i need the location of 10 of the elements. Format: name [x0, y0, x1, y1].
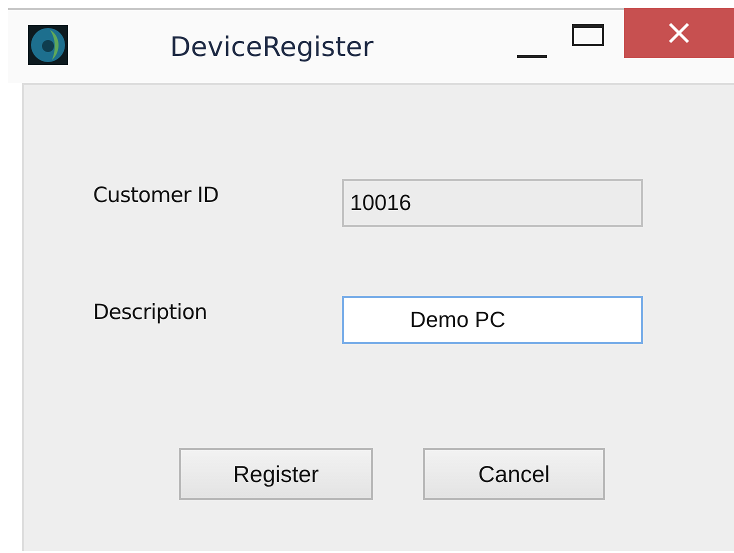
text-field[interactable]: Demo PC: [342, 296, 643, 344]
close-icon: [667, 21, 691, 45]
register-button[interactable]: Register: [179, 448, 373, 500]
close-button[interactable]: [624, 8, 734, 58]
maximize-icon[interactable]: [571, 22, 607, 48]
window-title: DeviceRegister: [170, 32, 374, 63]
field-label: Description: [93, 299, 208, 324]
field-label: Customer ID: [93, 182, 220, 207]
globe-icon: [28, 25, 68, 65]
cancel-button[interactable]: Cancel: [423, 448, 605, 500]
